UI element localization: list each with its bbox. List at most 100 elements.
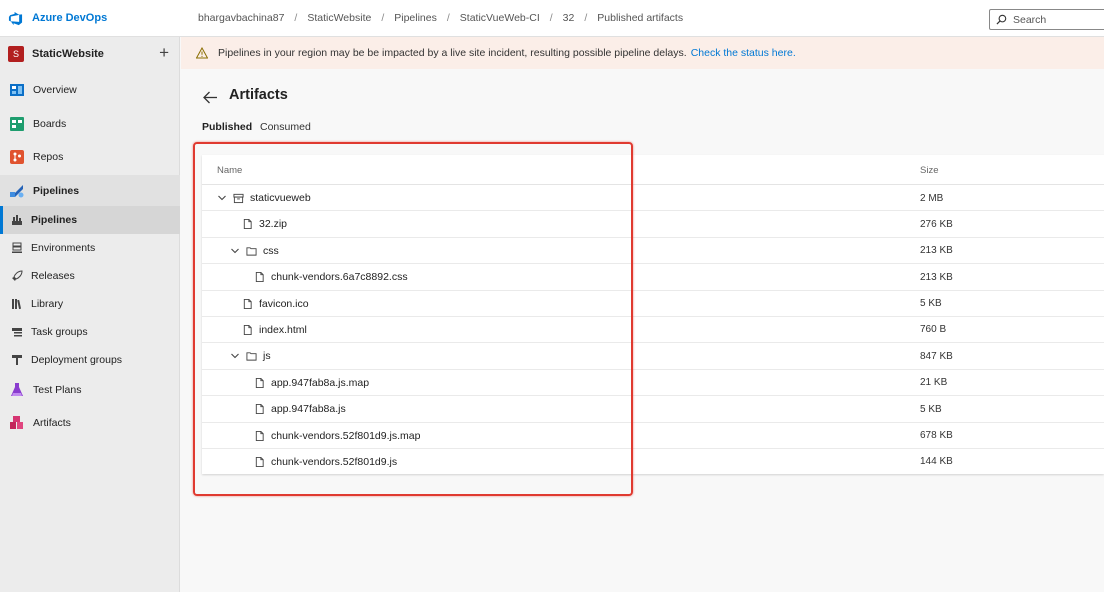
sidebar-item-label: Releases	[31, 270, 75, 282]
row-name[interactable]: favicon.ico	[259, 298, 309, 310]
table-row[interactable]: js 847 KB	[202, 343, 1104, 370]
table-row[interactable]: css 213 KB	[202, 238, 1104, 265]
row-name-cell: chunk-vendors.52f801d9.js	[254, 449, 397, 475]
file-icon	[243, 219, 252, 230]
project-avatar: S	[8, 46, 24, 62]
row-name-cell: app.947fab8a.js.map	[254, 370, 369, 396]
brand[interactable]: Azure DevOps	[0, 11, 180, 26]
column-header-name[interactable]: Name	[217, 165, 242, 176]
sidebar-item-task-groups[interactable]: Task groups	[0, 318, 180, 346]
add-icon[interactable]: +	[159, 44, 169, 61]
table-body: staticvueweb 2 MB 32.zip 276 KB css 213 KB chu…	[202, 185, 1104, 475]
sidebar-item-releases[interactable]: Releases	[0, 262, 180, 290]
row-name-cell: 32.zip	[242, 211, 287, 237]
table-row[interactable]: index.html 760 B	[202, 317, 1104, 344]
row-name[interactable]: js	[263, 350, 271, 362]
table-row[interactable]: chunk-vendors.6a7c8892.css 213 KB	[202, 264, 1104, 291]
row-name-cell: js	[230, 343, 271, 369]
column-header-size[interactable]: Size	[920, 165, 938, 176]
breadcrumb-project[interactable]: StaticWebsite	[297, 12, 381, 24]
sidebar-item-pipelines-sub[interactable]: Pipelines	[0, 206, 180, 234]
row-size: 5 KB	[920, 403, 942, 415]
file-icon	[255, 404, 264, 415]
overview-icon	[8, 82, 25, 99]
table-row[interactable]: staticvueweb 2 MB	[202, 185, 1104, 212]
sidebar-item-boards[interactable]: Boards	[0, 109, 180, 139]
table-row[interactable]: chunk-vendors.52f801d9.js.map 678 KB	[202, 423, 1104, 449]
sidebar: S StaticWebsite + Overview Boards Repos …	[0, 37, 180, 592]
table-row[interactable]: chunk-vendors.52f801d9.js 144 KB	[202, 449, 1104, 475]
table-row[interactable]: 32.zip 276 KB	[202, 211, 1104, 238]
sidebar-item-deployment-groups[interactable]: Deployment groups	[0, 346, 180, 374]
row-size: 678 KB	[920, 430, 953, 442]
banner-status-link[interactable]: Check the status here.	[691, 47, 796, 59]
sidebar-item-artifacts[interactable]: Artifacts	[0, 407, 180, 438]
search-icon	[996, 14, 1007, 25]
row-name[interactable]: staticvueweb	[250, 192, 311, 204]
row-name[interactable]: chunk-vendors.6a7c8892.css	[271, 271, 408, 283]
sidebar-item-label: Test Plans	[33, 383, 82, 396]
row-name[interactable]: app.947fab8a.js.map	[271, 377, 369, 389]
breadcrumb-run[interactable]: 32	[553, 12, 585, 24]
brand-name: Azure DevOps	[32, 12, 108, 24]
row-name[interactable]: app.947fab8a.js	[271, 403, 346, 415]
test-plans-icon	[8, 381, 25, 398]
row-size: 21 KB	[920, 377, 948, 389]
row-name[interactable]: 32.zip	[259, 218, 287, 230]
sidebar-item-label: Overview	[33, 84, 77, 96]
sidebar-item-pipelines[interactable]: Pipelines	[0, 175, 180, 206]
row-name[interactable]: chunk-vendors.52f801d9.js.map	[271, 430, 420, 442]
file-icon	[255, 272, 264, 283]
sidebar-item-repos[interactable]: Repos	[0, 142, 180, 172]
table-header: Name Size	[202, 155, 1104, 185]
breadcrumb-pipeline[interactable]: StaticVueWeb-CI	[450, 12, 550, 24]
sidebar-item-label: Repos	[33, 151, 64, 163]
tab-consumed[interactable]: Consumed	[260, 121, 311, 133]
sidebar-item-environments[interactable]: Environments	[0, 234, 180, 262]
file-icon	[243, 324, 252, 335]
row-size: 144 KB	[920, 456, 953, 468]
row-name[interactable]: css	[263, 245, 279, 257]
sidebar-item-label: Library	[31, 298, 64, 310]
row-name-cell: chunk-vendors.52f801d9.js.map	[254, 423, 420, 449]
chevron-down-icon[interactable]	[217, 193, 227, 203]
row-name-cell: index.html	[242, 317, 307, 343]
sidebar-item-label: Deployment groups	[31, 354, 123, 366]
project-name: StaticWebsite	[32, 48, 104, 60]
environments-icon	[10, 242, 23, 255]
breadcrumb-pipelines[interactable]: Pipelines	[384, 12, 447, 24]
back-arrow-icon[interactable]	[203, 91, 218, 104]
row-size: 213 KB	[920, 271, 953, 283]
tab-published[interactable]: Published	[202, 121, 252, 133]
artifacts-icon	[8, 414, 25, 431]
project-header[interactable]: S StaticWebsite +	[0, 37, 179, 71]
repos-icon	[8, 149, 25, 166]
sidebar-item-test-plans[interactable]: Test Plans	[0, 374, 180, 405]
chevron-down-icon[interactable]	[230, 351, 240, 361]
file-icon	[255, 430, 264, 441]
breadcrumb-current: Published artifacts	[597, 12, 684, 24]
task-groups-icon	[10, 326, 23, 339]
row-name-cell: staticvueweb	[217, 185, 311, 211]
sidebar-item-library[interactable]: Library	[0, 290, 180, 318]
table-row[interactable]: app.947fab8a.js.map 21 KB	[202, 370, 1104, 397]
table-row[interactable]: app.947fab8a.js 5 KB	[202, 396, 1104, 423]
row-name-cell: favicon.ico	[242, 291, 309, 317]
breadcrumb-organization[interactable]: bhargavbachina87	[188, 12, 294, 24]
sidebar-item-label: Pipelines	[33, 184, 80, 197]
row-name[interactable]: index.html	[259, 324, 307, 336]
page-title: Artifacts	[229, 87, 288, 103]
pipelines-sub-icon	[10, 214, 23, 227]
sidebar-item-overview[interactable]: Overview	[0, 75, 180, 105]
chevron-down-icon[interactable]	[230, 246, 240, 256]
file-icon	[255, 456, 264, 467]
library-icon	[10, 298, 23, 311]
top-bar: Azure DevOps bhargavbachina87 / StaticWe…	[0, 0, 1104, 37]
row-size: 276 KB	[920, 218, 953, 230]
banner-text: Pipelines in your region may be be impac…	[218, 47, 687, 59]
boards-icon	[8, 116, 25, 133]
search-placeholder: Search	[1013, 13, 1047, 26]
search-box[interactable]: Search	[989, 9, 1104, 30]
row-name[interactable]: chunk-vendors.52f801d9.js	[271, 456, 397, 468]
table-row[interactable]: favicon.ico 5 KB	[202, 291, 1104, 317]
